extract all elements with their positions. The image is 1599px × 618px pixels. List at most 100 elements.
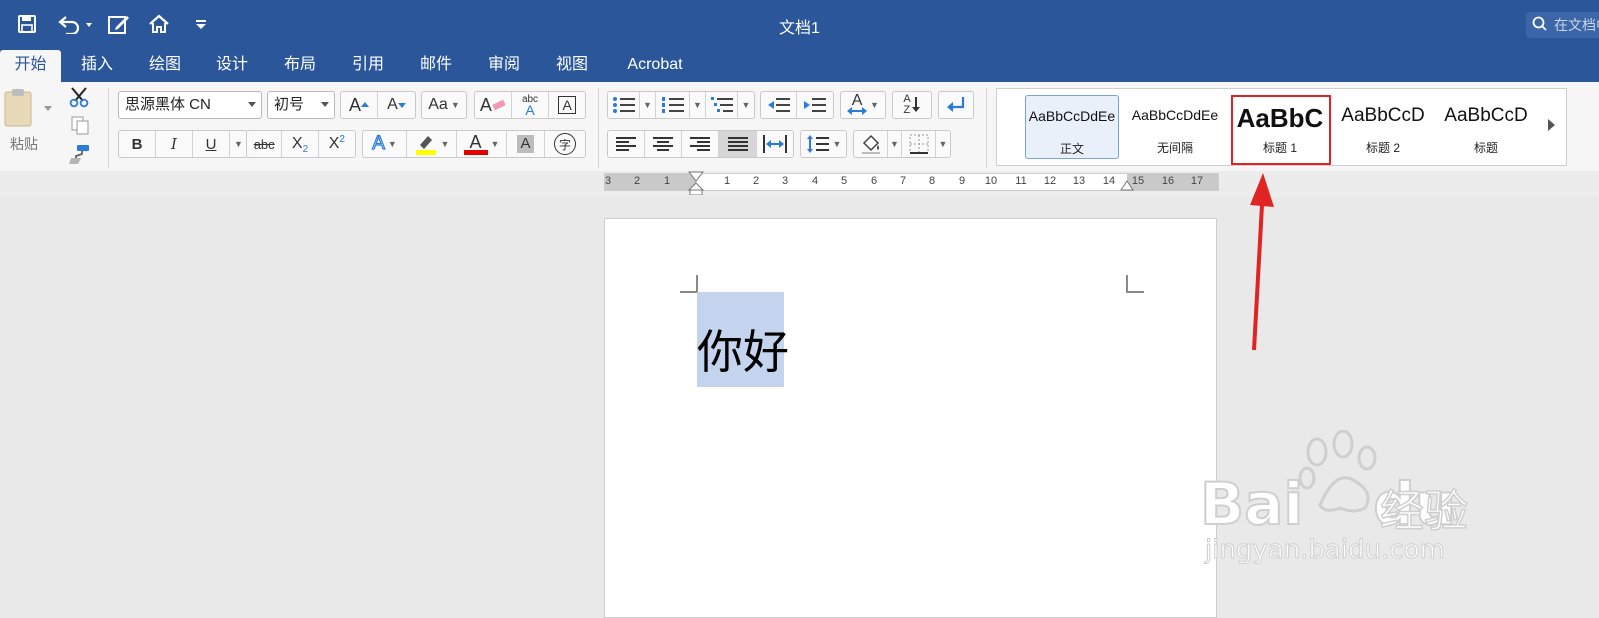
tab-home[interactable]: 开始 xyxy=(0,50,61,82)
align-center-icon xyxy=(653,137,673,151)
tab-references[interactable]: 引用 xyxy=(341,50,395,82)
distribute-icon xyxy=(763,135,787,153)
distributed-button[interactable] xyxy=(757,131,793,157)
multilevel-dropdown[interactable]: ▼ xyxy=(738,92,754,118)
asian-layout-button[interactable]: A ▼ xyxy=(840,91,886,119)
font-color-button[interactable]: A ▼ xyxy=(457,131,507,157)
gallery-more-icon[interactable] xyxy=(1545,117,1557,138)
copy-icon[interactable] xyxy=(70,115,90,140)
enclose-character-button[interactable]: 字 xyxy=(545,131,585,157)
shading-dropdown[interactable]: ▼ xyxy=(888,131,902,157)
change-case-button[interactable]: Aa ▼ xyxy=(421,91,467,119)
multilevel-list-button[interactable] xyxy=(706,92,738,118)
document-text[interactable]: 你好 xyxy=(697,316,789,382)
align-right-button[interactable] xyxy=(682,131,719,157)
line-spacing-button[interactable]: ▼ xyxy=(800,130,847,158)
tab-design[interactable]: 设计 xyxy=(205,50,259,82)
document-page[interactable] xyxy=(604,218,1217,618)
search-box[interactable]: 在文档中搜索 xyxy=(1526,12,1599,38)
format-painter-icon[interactable] xyxy=(68,143,90,170)
tab-view[interactable]: 视图 xyxy=(545,50,599,82)
strikethrough-button[interactable]: abc xyxy=(247,131,283,157)
borders-dropdown[interactable]: ▼ xyxy=(936,131,950,157)
superscript-button[interactable]: X2 xyxy=(319,131,355,157)
shading-border-group: ▼ ▼ xyxy=(853,130,951,158)
clear-glyph: A xyxy=(479,94,492,115)
italic-button[interactable]: I xyxy=(156,131,193,157)
text-tools-group: A abc A A xyxy=(474,91,586,119)
style-name: 无间隔 xyxy=(1156,141,1193,155)
subscript-button[interactable]: X2 xyxy=(282,131,319,157)
font-size-value: 初号 xyxy=(274,96,305,113)
paragraph-return-icon xyxy=(947,97,965,112)
search-icon xyxy=(1532,16,1550,35)
character-shading-button[interactable]: A xyxy=(507,131,545,157)
ruler-label: 3 xyxy=(604,175,612,187)
watermark-cn: 经验 xyxy=(1379,485,1469,538)
shrink-font-button[interactable]: A xyxy=(378,92,415,118)
shading-button[interactable] xyxy=(854,131,888,157)
justify-button[interactable] xyxy=(719,131,757,157)
style-no-spacing[interactable]: AaBbCcDdEe 无间隔 xyxy=(1128,95,1222,159)
first-line-indent-marker[interactable] xyxy=(687,171,705,200)
style-normal[interactable]: AaBbCcDdEe 正文 xyxy=(1025,95,1119,159)
paint-bucket-icon xyxy=(861,134,880,154)
tab-insert[interactable]: 插入 xyxy=(70,50,124,82)
align-center-button[interactable] xyxy=(645,131,682,157)
sort-button[interactable]: AZ xyxy=(892,91,932,119)
document-title: 文档1 xyxy=(779,20,820,37)
phonetic-guide-button[interactable]: abc A xyxy=(512,92,550,118)
cut-icon[interactable] xyxy=(68,86,90,113)
tab-mailings[interactable]: 邮件 xyxy=(409,50,463,82)
show-marks-button[interactable] xyxy=(938,91,974,119)
watermark-brand: Bai xyxy=(1199,469,1304,539)
style-heading-2[interactable]: AaBbCcD 标题 2 xyxy=(1336,95,1430,159)
align-right-icon xyxy=(690,137,710,151)
tab-review[interactable]: 审阅 xyxy=(477,50,531,82)
sort-glyph-bottom: Z xyxy=(903,104,911,116)
highlight-button[interactable]: ▼ xyxy=(407,131,457,157)
text-effects-button[interactable]: A ▼ xyxy=(363,131,407,157)
character-border-button[interactable]: A xyxy=(549,92,585,118)
chevron-down-icon: ▼ xyxy=(832,139,842,149)
align-left-button[interactable] xyxy=(608,131,645,157)
right-indent-marker[interactable] xyxy=(1120,179,1134,197)
bullets-button[interactable] xyxy=(608,92,640,118)
line-spacing-icon xyxy=(806,135,829,153)
decrease-indent-button[interactable] xyxy=(761,92,798,118)
tab-draw[interactable]: 绘图 xyxy=(138,50,192,82)
bullets-dropdown[interactable]: ▼ xyxy=(640,92,656,118)
paste-icon[interactable] xyxy=(2,88,52,128)
style-title[interactable]: AaBbCcD 标题 xyxy=(1439,95,1533,159)
font-family-combo[interactable]: 思源黑体 CN xyxy=(118,91,262,119)
style-name: 标题 2 xyxy=(1365,141,1400,155)
phonetic-bottom: A xyxy=(525,102,535,118)
ruler-label: 8 xyxy=(928,175,936,187)
font-size-stepper: A A xyxy=(340,91,416,119)
borders-button[interactable] xyxy=(902,131,936,157)
text-effects-glyph: A xyxy=(372,132,386,154)
ruler-label: 10 xyxy=(984,175,998,187)
clear-formatting-button[interactable]: A xyxy=(475,92,512,118)
numbering-dropdown[interactable]: ▼ xyxy=(690,92,706,118)
underline-button[interactable]: U xyxy=(193,131,230,157)
grow-font-button[interactable]: A xyxy=(341,92,378,118)
ruler-label: 12 xyxy=(1043,175,1057,187)
ruler-label: 14 xyxy=(1102,175,1116,187)
ruler-label: 2 xyxy=(633,175,641,187)
indent-group xyxy=(760,91,834,119)
style-preview: AaBbCcDdEe xyxy=(1028,108,1116,124)
increase-indent-button[interactable] xyxy=(797,92,833,118)
watermark: Bai du 经验 jingyan.baidu.com xyxy=(1199,430,1500,580)
annotation-arrow xyxy=(1250,173,1274,351)
numbering-button[interactable] xyxy=(656,92,690,118)
title-bar: 文档1 在文档中搜索 xyxy=(0,0,1599,50)
double-arrow-icon xyxy=(847,107,868,115)
asian-layout-glyph: A xyxy=(851,92,863,109)
tab-layout[interactable]: 布局 xyxy=(273,50,327,82)
underline-dropdown[interactable]: ▼ xyxy=(230,131,247,157)
chevron-down-icon xyxy=(321,102,329,107)
bold-button[interactable]: B xyxy=(119,131,156,157)
tab-acrobat[interactable]: Acrobat xyxy=(615,50,695,82)
font-size-combo[interactable]: 初号 xyxy=(267,91,335,119)
